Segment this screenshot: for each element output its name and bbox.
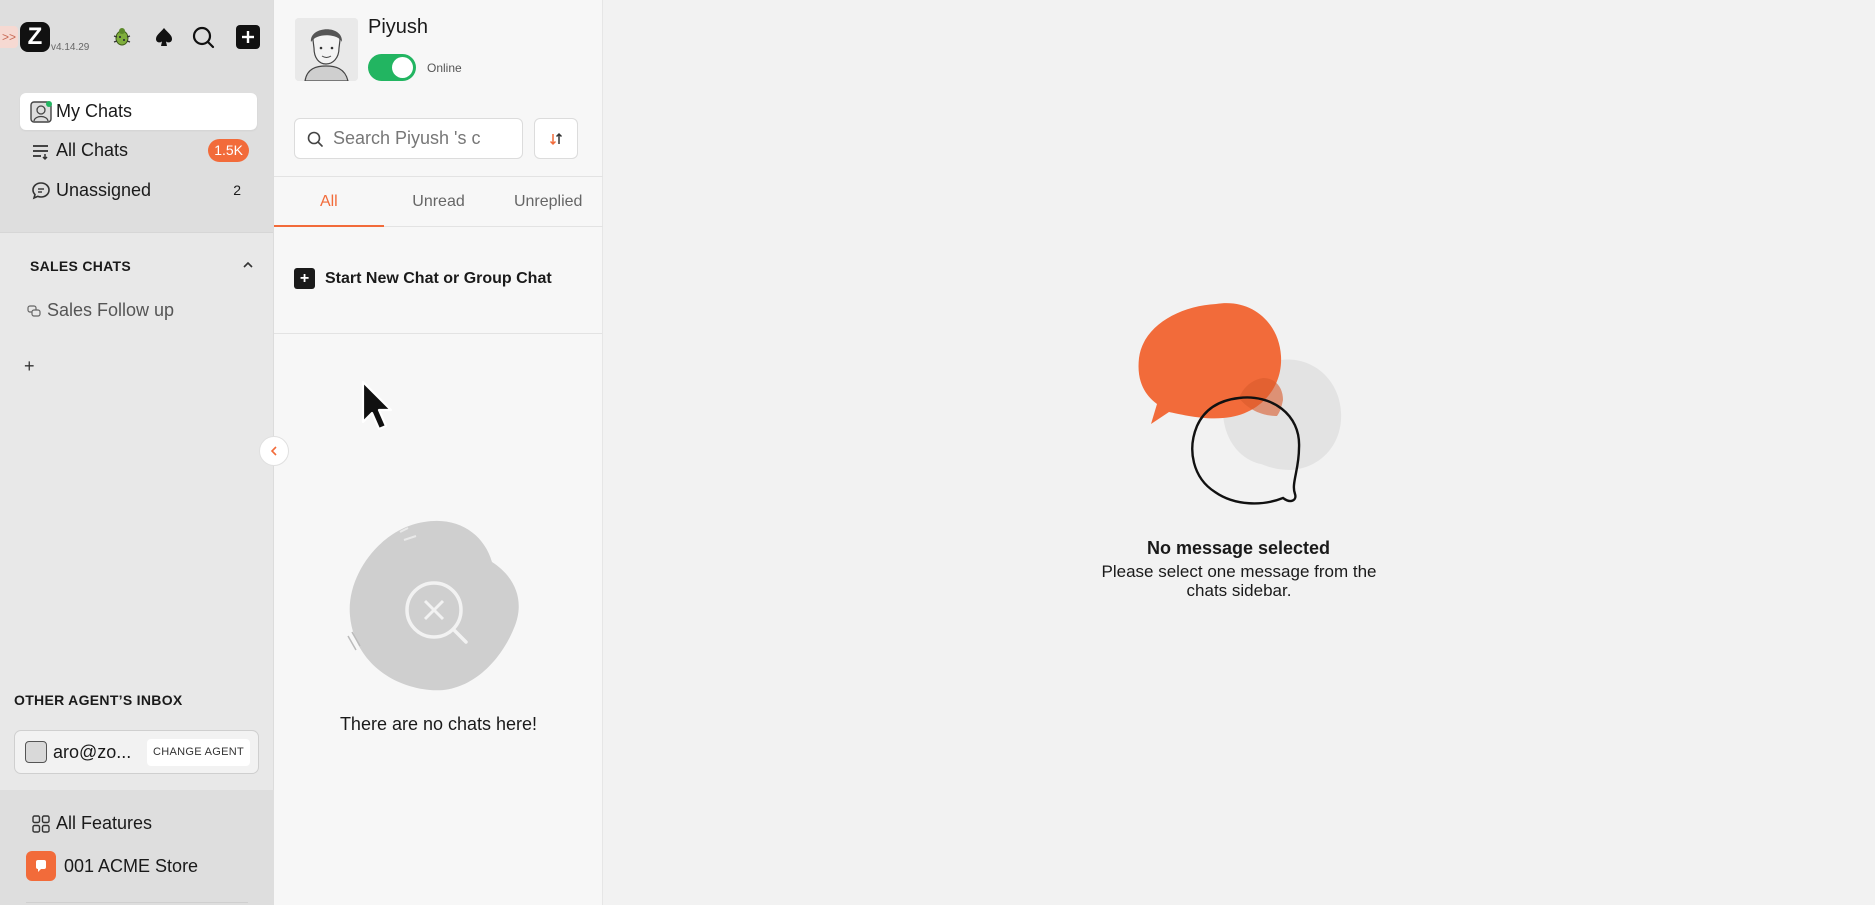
no-message-title: No message selected [1146,538,1331,558]
agent-email: aro@zo... [53,741,132,762]
empty-chats-message: There are no chats here! [339,714,538,734]
change-agent-button[interactable]: CHANGE AGENT [146,739,250,766]
chat-search-box[interactable] [294,118,523,159]
sort-button[interactable] [534,118,578,159]
chat-bubbles-illustration [1131,298,1361,523]
start-new-chat-button[interactable]: + Start New Chat or Group Chat [294,268,552,289]
collapse-sidebar-button[interactable] [259,436,289,466]
status-label: Online [427,61,462,75]
sub-item-label: Sales Follow up [47,300,175,320]
mouse-pointer-icon [360,380,394,437]
no-message-subtitle: Please select one message from the chats… [1101,562,1377,600]
other-agent-selector[interactable]: aro@zo... CHANGE AGENT [14,730,259,774]
bug-icon[interactable] [107,22,137,52]
divider [274,333,602,334]
search-icon [307,131,323,147]
search-icon[interactable] [188,22,218,52]
search-input[interactable] [333,128,498,149]
chevron-left-icon [270,446,277,456]
expand-sidebar-button[interactable]: >> [0,26,18,48]
nav-bottom-section: All Features 001 ACME Store [0,790,274,905]
new-chat-label: Start New Chat or Group Chat [325,269,552,287]
chat-group-icon [27,304,41,318]
nav-item-all-chats[interactable]: All Chats 1.5K [20,132,257,169]
tab-unreplied[interactable]: Unreplied [493,177,603,226]
add-section-button[interactable]: + [24,356,35,377]
nav-item-unassigned[interactable]: Unassigned 2 [20,172,257,209]
conversation-panel: No message selected Please select one me… [603,0,1875,905]
list-filter-icon [30,140,52,162]
agent-avatar [25,741,47,763]
all-features-item[interactable]: All Features [32,813,152,834]
plus-icon: + [294,268,315,289]
sales-chats-heading: SALES CHATS [30,258,132,274]
chat-filter-tabs: All Unread Unreplied [274,176,603,227]
empty-chats-illustration [346,518,536,703]
nav-top-section: >> Z v4.14.29 My Chats All Chats 1.5K Un… [0,0,273,233]
spade-icon[interactable] [149,22,179,52]
sales-follow-up-item[interactable]: Sales Follow up [27,300,174,321]
grid-icon [32,814,50,833]
unread-count-badge: 1.5K [208,139,249,162]
chat-list-panel: Piyush Online All Unread Unreplied + [274,0,603,905]
all-features-label: All Features [56,813,153,833]
nav-item-label: All Chats [56,140,129,160]
app-logo: Z [20,22,50,52]
online-status-toggle[interactable] [368,54,416,81]
app-version: v4.14.29 [51,42,90,53]
store-selector[interactable]: 001 ACME Store [26,851,198,881]
other-agent-heading: OTHER AGENT’S INBOX [14,692,183,708]
chat-bubble-icon [30,180,52,202]
chevron-up-icon[interactable] [242,258,254,276]
unassigned-count: 2 [233,182,241,198]
store-name: 001 ACME Store [64,855,199,876]
store-logo-icon [26,851,56,881]
tab-unread[interactable]: Unread [384,177,494,226]
divider [26,902,248,903]
nav-item-label: Unassigned [56,180,152,200]
left-navigation: >> Z v4.14.29 My Chats All Chats 1.5K Un… [0,0,289,905]
profile-name: Piyush [368,16,429,38]
nav-item-my-chats[interactable]: My Chats [20,93,257,130]
nav-item-label: My Chats [56,101,133,121]
app-window: >> Z v4.14.29 My Chats All Chats 1.5K Un… [0,0,1875,905]
tab-all[interactable]: All [274,177,384,227]
user-avatar-icon [30,100,52,123]
compose-icon[interactable] [233,22,263,52]
sort-icon [549,132,563,145]
profile-avatar[interactable] [295,18,358,81]
